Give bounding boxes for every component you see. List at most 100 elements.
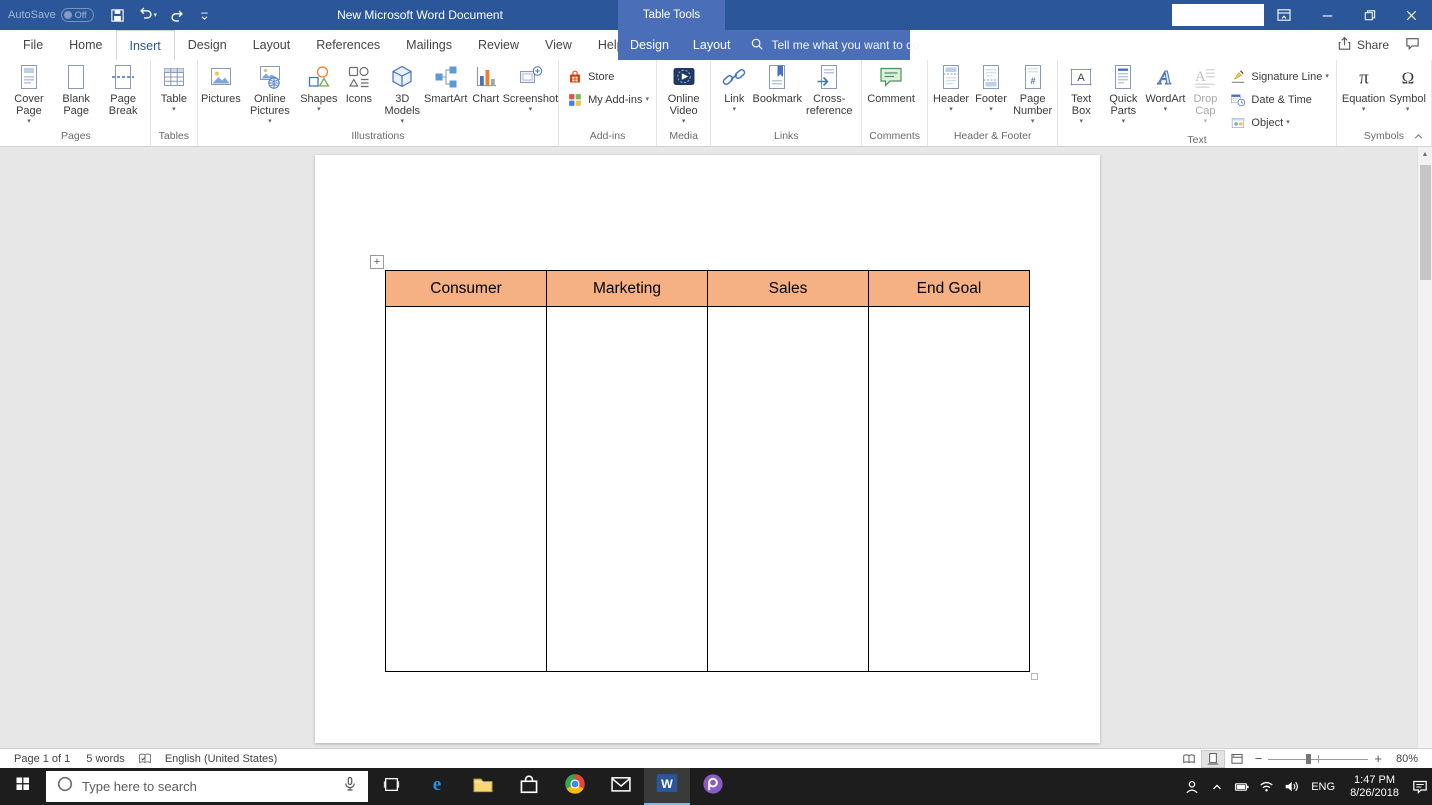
- bookmark-button[interactable]: Bookmark: [753, 61, 802, 129]
- vertical-scrollbar[interactable]: ▲: [1417, 147, 1432, 748]
- tab-home[interactable]: Home: [56, 30, 115, 60]
- undo-icon[interactable]: ▾: [138, 5, 158, 25]
- taskbar-search[interactable]: [46, 771, 368, 802]
- minimize-button[interactable]: [1306, 0, 1348, 30]
- tab-references[interactable]: References: [303, 30, 393, 60]
- page-break-button[interactable]: Page Break: [99, 61, 146, 129]
- table-header-cell[interactable]: End Goal: [868, 270, 1030, 307]
- print-layout-icon[interactable]: [1200, 749, 1225, 768]
- taskbar-app-file-explorer[interactable]: [460, 768, 506, 805]
- network-icon[interactable]: [1254, 768, 1279, 805]
- redo-icon[interactable]: [170, 8, 185, 23]
- table-body-cell[interactable]: [385, 306, 547, 672]
- wordart-button[interactable]: A WordArt ▾: [1145, 61, 1185, 129]
- taskbar-app-chrome[interactable]: [552, 768, 598, 805]
- tab-design[interactable]: Design: [175, 30, 240, 60]
- proofing-icon[interactable]: [133, 752, 157, 766]
- blank-page-button[interactable]: Blank Page: [53, 61, 100, 129]
- zoom-percentage[interactable]: 80%: [1388, 753, 1426, 765]
- date-time-button[interactable]: Date & Time: [1225, 90, 1316, 110]
- table-move-handle[interactable]: +: [370, 255, 384, 269]
- object-button[interactable]: Object ▾: [1225, 113, 1293, 133]
- taskbar-search-input[interactable]: [82, 779, 334, 794]
- cover-page-button[interactable]: Cover Page ▾: [5, 61, 53, 129]
- close-button[interactable]: [1390, 0, 1432, 30]
- language-button[interactable]: ENG: [1304, 781, 1342, 793]
- signature-line-button[interactable]: Signature Line ▾: [1225, 67, 1332, 87]
- comment-button[interactable]: Comment: [865, 61, 917, 129]
- read-mode-icon[interactable]: [1177, 750, 1201, 768]
- table-header-cell[interactable]: Sales: [707, 270, 869, 307]
- table-header-cell[interactable]: Marketing: [546, 270, 708, 307]
- table-body-cell[interactable]: [707, 306, 869, 672]
- tab-layout[interactable]: Layout: [240, 30, 304, 60]
- ribbon-display-options-icon[interactable]: [1276, 7, 1292, 23]
- undo-dropdown-caret[interactable]: ▾: [154, 11, 158, 19]
- page-number-button[interactable]: # Page Number ▾: [1011, 61, 1054, 129]
- zoom-out-button[interactable]: −: [1249, 751, 1269, 766]
- taskbar-app-word[interactable]: W: [644, 768, 690, 805]
- clock[interactable]: 1:47 PM 8/26/2018: [1342, 774, 1407, 800]
- taskbar-app-task-view[interactable]: [368, 768, 414, 805]
- comments-icon[interactable]: [1405, 36, 1420, 54]
- cross-reference-button[interactable]: Cross-reference: [800, 61, 858, 129]
- online-video-button[interactable]: Online Video ▾: [660, 61, 707, 129]
- table-button[interactable]: Table ▾: [154, 61, 194, 129]
- zoom-slider[interactable]: [1268, 750, 1369, 768]
- store-button[interactable]: Store: [562, 67, 618, 87]
- contextual-tab-layout[interactable]: Layout: [681, 30, 743, 60]
- tab-view[interactable]: View: [532, 30, 585, 60]
- language-indicator[interactable]: English (United States): [157, 753, 286, 765]
- customize-qat-icon[interactable]: [198, 9, 211, 22]
- account-signin-box[interactable]: [1172, 4, 1264, 26]
- icons-button[interactable]: Icons: [339, 61, 379, 129]
- zoom-slider-thumb[interactable]: [1306, 753, 1312, 764]
- tab-file[interactable]: File: [10, 30, 56, 60]
- action-center-icon[interactable]: [1407, 768, 1432, 805]
- tab-mailings[interactable]: Mailings: [393, 30, 465, 60]
- page-indicator[interactable]: Page 1 of 1: [6, 753, 78, 765]
- contextual-tab-design[interactable]: Design: [618, 30, 681, 60]
- online-pictures-button[interactable]: Online Pictures ▾: [241, 61, 299, 129]
- scroll-up-arrow-icon[interactable]: ▲: [1418, 147, 1432, 163]
- table-body-cell[interactable]: [868, 306, 1030, 672]
- microphone-icon[interactable]: [342, 776, 358, 797]
- taskbar-app-mail[interactable]: [598, 768, 644, 805]
- document-page[interactable]: + Consumer Marketing Sales End Goal: [315, 155, 1100, 743]
- footer-button[interactable]: Footer ▾: [971, 61, 1011, 129]
- drop-cap-button[interactable]: A Drop Cap ▾: [1185, 61, 1225, 129]
- collapse-ribbon-icon[interactable]: [1409, 128, 1427, 144]
- save-icon[interactable]: [110, 8, 125, 23]
- restore-button[interactable]: [1348, 0, 1390, 30]
- header-button[interactable]: Header ▾: [931, 61, 971, 129]
- equation-button[interactable]: π Equation ▾: [1340, 61, 1387, 129]
- table-resize-handle[interactable]: [1031, 673, 1038, 680]
- table-body-cell[interactable]: [546, 306, 708, 672]
- scrollbar-thumb[interactable]: [1420, 165, 1431, 280]
- text-box-button[interactable]: A Text Box ▾: [1061, 61, 1101, 129]
- people-icon[interactable]: [1179, 768, 1204, 805]
- my-add-ins-button[interactable]: My Add-ins ▾: [562, 90, 653, 110]
- taskbar-app-picsart[interactable]: [690, 768, 736, 805]
- link-button[interactable]: Link ▾: [714, 61, 754, 129]
- tell-me-search[interactable]: Tell me what you want to do: [750, 37, 920, 54]
- taskbar-app-microsoft-store[interactable]: [506, 768, 552, 805]
- 3d-models-button[interactable]: 3D Models ▾: [379, 61, 426, 129]
- screenshot-button[interactable]: Screenshot ▾: [503, 61, 558, 129]
- pictures-button[interactable]: Pictures: [201, 61, 241, 129]
- start-button[interactable]: [0, 768, 46, 805]
- web-layout-icon[interactable]: [1225, 750, 1249, 768]
- table-header-cell[interactable]: Consumer: [385, 270, 547, 307]
- autosave-toggle[interactable]: AutoSave Off: [8, 8, 94, 22]
- taskbar-app-edge[interactable]: e: [414, 768, 460, 805]
- shapes-button[interactable]: Shapes ▾: [299, 61, 339, 129]
- zoom-in-button[interactable]: +: [1368, 751, 1388, 766]
- volume-icon[interactable]: [1279, 768, 1304, 805]
- symbol-button[interactable]: Ω Symbol ▾: [1387, 61, 1428, 129]
- tab-insert[interactable]: Insert: [115, 30, 175, 60]
- tab-review[interactable]: Review: [465, 30, 532, 60]
- share-button[interactable]: Share: [1337, 36, 1389, 54]
- word-count[interactable]: 5 words: [78, 753, 133, 765]
- quick-parts-button[interactable]: Quick Parts ▾: [1101, 61, 1145, 129]
- smartart-button[interactable]: SmartArt: [424, 61, 467, 129]
